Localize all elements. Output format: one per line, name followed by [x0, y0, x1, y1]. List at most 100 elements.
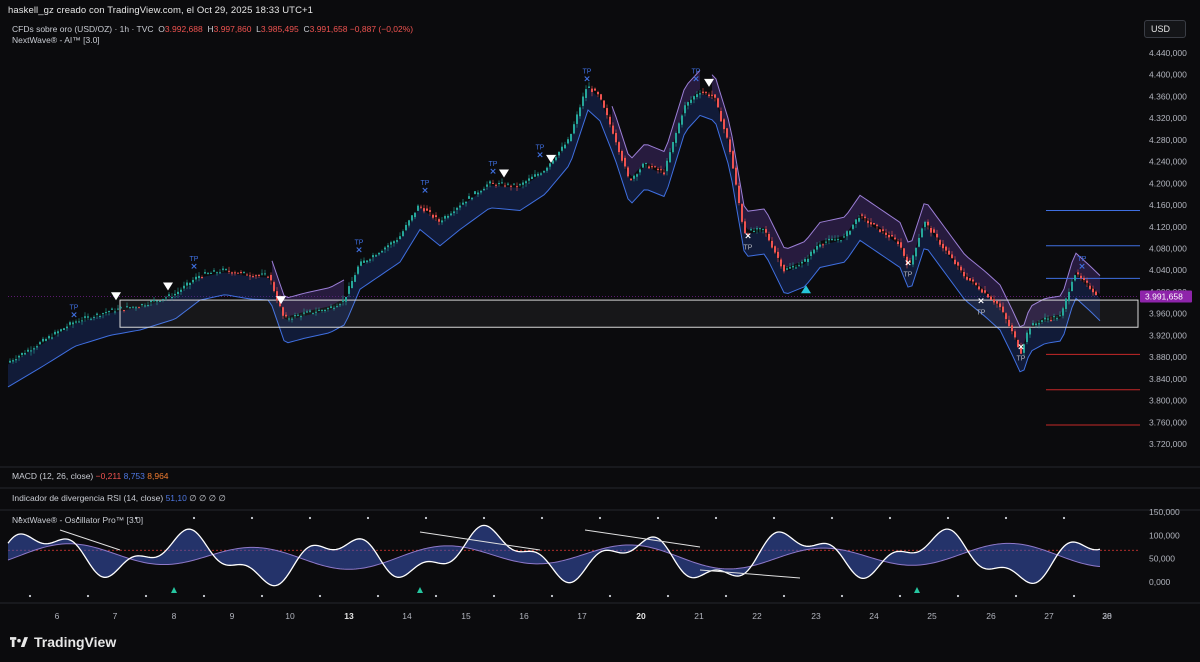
candle-body: [69, 322, 71, 325]
candle-body: [942, 243, 944, 249]
candle-body: [915, 247, 917, 257]
candle-body: [594, 88, 596, 91]
candle-body: [243, 271, 245, 273]
candle-body: [354, 275, 356, 282]
tp-label: TP: [536, 144, 545, 151]
candle-body: [345, 296, 347, 302]
candle-body: [858, 217, 860, 222]
candle-body: [759, 228, 761, 230]
price-axis-tick: 3.960,000: [1149, 309, 1187, 319]
candle-body: [114, 311, 116, 313]
chart-canvas[interactable]: 4.440,000 4.400,000 4.360,000 4.320,000 4.28…: [0, 0, 1200, 662]
candle-body: [261, 273, 263, 275]
price-axis-tick: 4.280,000: [1149, 135, 1187, 145]
candle-body: [432, 214, 434, 218]
tradingview-logo-text: TradingView: [34, 634, 117, 650]
candle-body: [597, 91, 599, 95]
candle-body: [585, 89, 587, 98]
candle-body: [465, 201, 467, 204]
candle-body: [903, 248, 905, 256]
candle-body: [765, 229, 767, 233]
candle-body: [453, 211, 455, 214]
candle-body: [642, 163, 644, 168]
candle-body: [636, 174, 638, 177]
candle-body: [615, 133, 617, 143]
candle-body: [1053, 316, 1055, 318]
candle-body: [669, 152, 671, 163]
candle-body: [978, 286, 980, 290]
candle-body: [237, 272, 239, 274]
oscillator-dot: [1072, 594, 1076, 598]
candle-body: [600, 94, 602, 100]
candle-body: [387, 245, 389, 248]
bear-cloud-line: [711, 74, 1101, 328]
candle-body: [42, 338, 44, 342]
candle-body: [474, 191, 476, 195]
oscillator-dot: [1062, 516, 1066, 520]
candle-body: [753, 230, 755, 232]
candle-body: [138, 307, 140, 309]
tp-cross-icon: ×: [977, 297, 985, 307]
time-axis-tick: 9: [230, 611, 235, 621]
candle-body: [1035, 323, 1037, 326]
candle-body: [933, 229, 935, 233]
oscillator-dot: [250, 516, 254, 520]
candle-body: [213, 270, 215, 272]
oscillator-dot: [598, 516, 602, 520]
candle-body: [126, 306, 128, 308]
price-axis-tick: 4.400,000: [1149, 70, 1187, 80]
candle-body: [849, 230, 851, 235]
time-axis-tick: 23: [811, 611, 821, 621]
candle-body: [792, 265, 794, 268]
tp-label: TP: [977, 310, 986, 317]
price-axis-tick: 4.120,000: [1149, 222, 1187, 232]
candle-body: [201, 277, 203, 279]
price-axis-tick: 4.200,000: [1149, 178, 1187, 188]
candle-body: [666, 160, 668, 172]
tp-label: TP: [70, 305, 79, 312]
candle-body: [570, 133, 572, 142]
candle-body: [951, 254, 953, 259]
candle-body: [306, 311, 308, 313]
candle-body: [900, 242, 902, 248]
candle-body: [288, 318, 290, 320]
tp-cross-icon: ×: [355, 246, 363, 256]
oscillator-dot: [76, 516, 80, 520]
candle-body: [255, 275, 257, 277]
candle-body: [639, 169, 641, 173]
candle-body: [1089, 285, 1091, 289]
candle-body: [264, 273, 266, 275]
candle-body: [966, 276, 968, 280]
candle-body: [498, 183, 500, 185]
oscillator-dot: [772, 516, 776, 520]
tradingview-logo[interactable]: TradingView: [10, 634, 116, 650]
candle-body: [471, 197, 473, 200]
candle-body: [480, 190, 482, 193]
candle-body: [1044, 317, 1046, 320]
oscillator-dot: [888, 516, 892, 520]
candle-body: [417, 205, 419, 211]
candle-body: [984, 290, 986, 293]
candle-body: [573, 124, 575, 134]
candle-body: [945, 246, 947, 251]
candle-body: [1008, 319, 1010, 327]
candle-body: [879, 229, 881, 232]
candle-body: [918, 237, 920, 247]
candle-body: [150, 300, 152, 303]
time-axis-tick: 10: [285, 611, 295, 621]
candle-body: [24, 353, 26, 355]
price-axis-tick: 4.080,000: [1149, 244, 1187, 254]
candle-body: [735, 167, 737, 185]
price-axis-tick: 3.760,000: [1149, 417, 1187, 427]
candle-body: [996, 300, 998, 304]
candle-body: [768, 234, 770, 241]
candle-body: [795, 267, 797, 269]
tp-cross-icon: ×: [1078, 262, 1086, 272]
candle-body: [750, 229, 752, 231]
candle-body: [990, 296, 992, 300]
candle-body: [216, 272, 218, 274]
time-axis-tick: 14: [402, 611, 412, 621]
candle-body: [696, 94, 698, 98]
candle-body: [756, 228, 758, 230]
candle-body: [762, 228, 764, 230]
